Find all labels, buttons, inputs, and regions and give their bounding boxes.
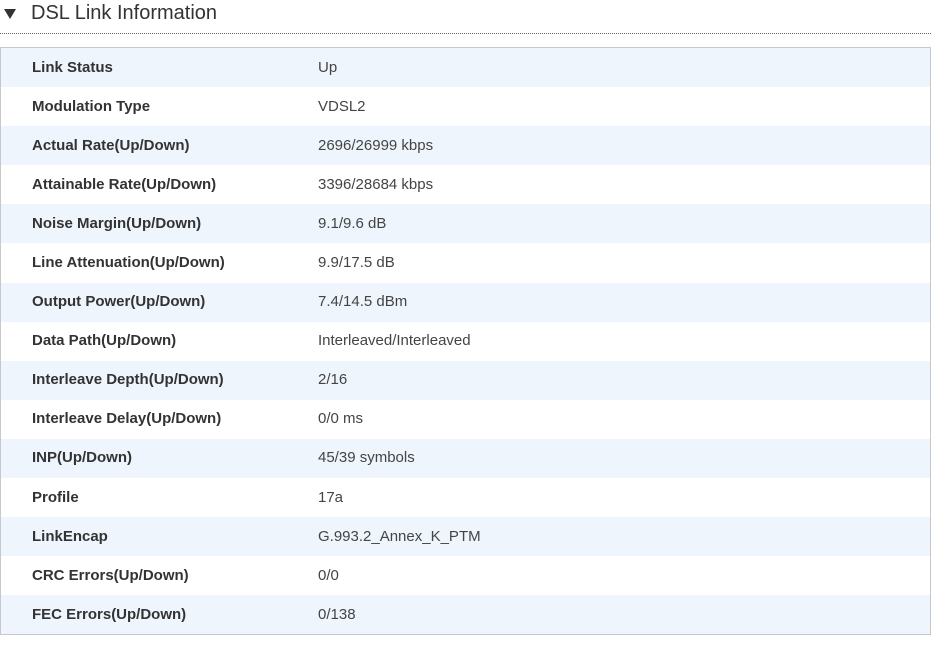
row-value: 0/0 (318, 566, 339, 584)
row-value: 2/16 (318, 371, 348, 389)
row-label: Profile (32, 488, 79, 506)
row-label: Actual Rate(Up/Down) (32, 136, 190, 154)
row-label: LinkEncap (32, 527, 108, 545)
row-value: 9.9/17.5 dB (318, 254, 395, 272)
row-label: Output Power(Up/Down) (32, 293, 206, 311)
table-row: LinkEncap G.993.2_Annex_K_PTM (1, 517, 930, 557)
row-value: Interleaved/Interleaved (318, 332, 471, 350)
row-label: Line Attenuation(Up/Down) (32, 254, 225, 272)
row-label: INP(Up/Down) (32, 449, 132, 467)
section-header-dsl-link-information[interactable]: DSL Link Information (0, 0, 931, 34)
row-value: 2696/26999 kbps (318, 136, 434, 154)
triangle-down-icon[interactable] (4, 9, 16, 19)
row-value: 0/138 (318, 605, 356, 623)
row-label: CRC Errors(Up/Down) (32, 566, 189, 584)
table-row: Profile 17a (1, 478, 930, 518)
row-label: Interleave Depth(Up/Down) (32, 371, 224, 389)
table-row: Data Path(Up/Down) Interleaved/Interleav… (1, 321, 930, 361)
table-row: Interleave Delay(Up/Down) 0/0 ms (1, 399, 930, 439)
table-row: Actual Rate(Up/Down) 2696/26999 kbps (1, 126, 930, 166)
row-label: Noise Margin(Up/Down) (32, 214, 202, 232)
table-row: Link Status Up (1, 48, 930, 88)
row-value: Up (318, 58, 338, 76)
row-label: Modulation Type (32, 97, 151, 115)
row-value: 0/0 ms (318, 410, 364, 428)
table-row: Output Power(Up/Down) 7.4/14.5 dBm (1, 282, 930, 322)
section-title: DSL Link Information (31, 2, 218, 24)
table-row: Modulation Type VDSL2 (1, 87, 930, 127)
table-row: Interleave Depth(Up/Down) 2/16 (1, 360, 930, 400)
row-value: 17a (318, 488, 344, 506)
table-row: FEC Errors(Up/Down) 0/138 (1, 595, 930, 635)
table-row: Line Attenuation(Up/Down) 9.9/17.5 dB (1, 243, 930, 283)
row-value: G.993.2_Annex_K_PTM (318, 527, 481, 545)
row-value: 3396/28684 kbps (318, 175, 434, 193)
dsl-info-table: Link Status Up Modulation Type VDSL2 Act… (0, 47, 931, 636)
table-row: Noise Margin(Up/Down) 9.1/9.6 dB (1, 204, 930, 244)
table-row: Attainable Rate(Up/Down) 3396/28684 kbps (1, 165, 930, 205)
row-label: FEC Errors(Up/Down) (32, 605, 187, 623)
row-label: Attainable Rate(Up/Down) (32, 175, 217, 193)
row-value: 9.1/9.6 dB (318, 214, 387, 232)
row-label: Data Path(Up/Down) (32, 332, 177, 350)
table-row: CRC Errors(Up/Down) 0/0 (1, 556, 930, 596)
row-label: Link Status (32, 58, 113, 76)
row-value: VDSL2 (318, 97, 366, 115)
row-label: Interleave Delay(Up/Down) (32, 410, 222, 428)
row-value: 45/39 symbols (318, 449, 415, 467)
table-row: INP(Up/Down) 45/39 symbols (1, 438, 930, 479)
row-value: 7.4/14.5 dBm (318, 293, 408, 311)
